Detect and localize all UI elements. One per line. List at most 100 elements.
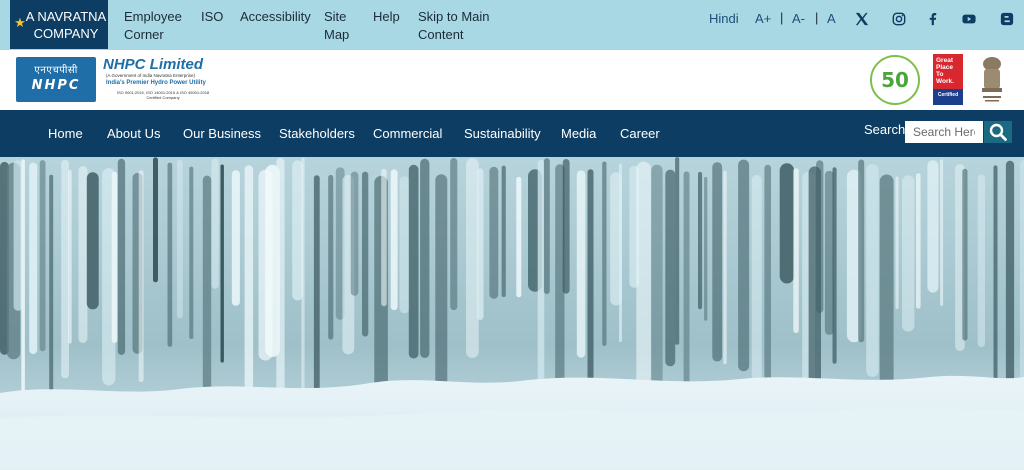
nav-media[interactable]: Media [561, 125, 596, 142]
x-icon[interactable] [854, 11, 870, 27]
blogger-icon[interactable] [999, 11, 1015, 27]
font-decrease-button[interactable]: A- [792, 10, 805, 28]
icicle-streak [832, 167, 837, 364]
iso-link[interactable]: ISO [201, 8, 223, 26]
icicle-streak [390, 169, 398, 311]
separator: | [815, 10, 819, 25]
icicle-streak [117, 158, 126, 355]
icicle-streak [712, 162, 723, 362]
font-reset-button[interactable]: A [827, 10, 836, 28]
search-button[interactable] [984, 121, 1012, 143]
icicle-streak [824, 170, 834, 335]
icicle-streak [111, 171, 118, 343]
skip-line-2: Content [418, 27, 464, 42]
icicle-streak [562, 159, 570, 294]
search-icon [989, 123, 1007, 141]
icicle-streak [576, 170, 586, 358]
icicle-streak [489, 166, 499, 299]
icicle-streak [450, 158, 458, 311]
national-emblem-icon [982, 57, 1002, 102]
hero-banner [0, 157, 1024, 470]
anniversary-number: 50 [881, 68, 909, 92]
icicle-streak [211, 158, 219, 289]
main-navigation: Home About Us Our Business Stakeholders … [0, 110, 1024, 157]
search-label: Search: [864, 122, 909, 137]
icicle-streak [313, 175, 320, 392]
nav-sustainability[interactable]: Sustainability [464, 125, 541, 142]
nav-about-us[interactable]: About Us [107, 125, 160, 142]
nav-stakeholders[interactable]: Stakeholders [279, 125, 355, 142]
icicle-streak [651, 164, 663, 398]
instagram-icon[interactable] [891, 11, 907, 27]
icicle-streak [220, 164, 224, 363]
help-link[interactable]: Help [373, 8, 400, 26]
icicle-streak [61, 159, 69, 379]
icicle-streak [39, 160, 46, 352]
icicle-streak [399, 176, 410, 314]
icicle-streak [29, 162, 38, 355]
icicle-streak [408, 164, 419, 359]
search-input[interactable] [905, 121, 983, 143]
gptw-certified: Certified [933, 89, 963, 105]
icicle-streak [675, 157, 680, 345]
site-map-link[interactable]: Site Map [324, 8, 349, 44]
icicle-streak [779, 163, 795, 284]
icicle-streak [879, 174, 894, 389]
icicle-streak [49, 174, 54, 416]
logo-english-text: NHPC [31, 78, 81, 93]
icicle-streak [21, 159, 25, 402]
icicle-streak [698, 171, 703, 310]
icicle-streak [516, 176, 522, 298]
icicle-streak [138, 170, 144, 383]
icicle-streak [993, 165, 998, 393]
nav-our-business[interactable]: Our Business [183, 125, 261, 142]
icicle-streak [816, 160, 824, 313]
font-increase-button[interactable]: A+ [755, 10, 771, 28]
icicle-streak [153, 157, 158, 283]
nhpc-logo[interactable]: एनएचपीसी NHPC [16, 57, 96, 102]
icicle-streak [68, 169, 72, 344]
gptw-line: Place [936, 64, 953, 71]
icicle-streak [362, 171, 369, 337]
icicle-streak [602, 161, 607, 346]
nav-commercial[interactable]: Commercial [373, 125, 442, 142]
gptw-line: To [936, 71, 944, 78]
skip-to-content-link[interactable]: Skip to Main Content [418, 8, 490, 44]
icicle-streak [1019, 159, 1024, 383]
icicle-streak [167, 162, 173, 347]
icicle-streak [723, 170, 727, 365]
icicle-streak [916, 173, 921, 309]
icicle-streak [177, 159, 183, 319]
nav-career[interactable]: Career [620, 125, 660, 142]
accessibility-link[interactable]: Accessibility [240, 8, 311, 26]
hindi-language-link[interactable]: Hindi [709, 10, 739, 28]
great-place-to-work-badge: Great Place To Work. Certified [933, 54, 963, 105]
icicle-streak [683, 171, 690, 415]
icicle-streak [435, 174, 448, 415]
certification-text: ISO 9001:2015, ISO 14001:2015 & ISO 4500… [116, 90, 210, 100]
icicle-streak [902, 175, 915, 332]
gptw-line: Work. [936, 78, 954, 85]
logo-bar: एनएचपीसी NHPC NHPC Limited (A Government… [0, 50, 1024, 110]
company-name: NHPC Limited [103, 56, 204, 73]
icicle-streak [704, 177, 708, 321]
icicle-streak [276, 158, 285, 393]
employee-corner-link[interactable]: Employee Corner [124, 8, 182, 44]
icicle-streak [977, 174, 985, 347]
company-tagline: India's Premier Hydro Power Utility [106, 80, 206, 86]
icicle-streak [665, 169, 676, 367]
icicle-streak [420, 158, 430, 358]
nav-home[interactable]: Home [48, 125, 83, 142]
icicle-streak [764, 164, 771, 389]
icicle-streak [619, 163, 622, 342]
youtube-icon[interactable] [961, 11, 977, 27]
facebook-icon[interactable] [925, 11, 941, 27]
icicle-streak [738, 159, 750, 372]
icicle-streak [381, 168, 387, 307]
icicle-streak [13, 160, 23, 311]
site-map-line-1: Site [324, 9, 347, 24]
icicle-streak [1005, 160, 1015, 401]
50-years-badge: 50 [870, 55, 920, 105]
site-map-line-2: Map [324, 27, 350, 42]
employee-corner-line-1: Employee [124, 9, 182, 24]
